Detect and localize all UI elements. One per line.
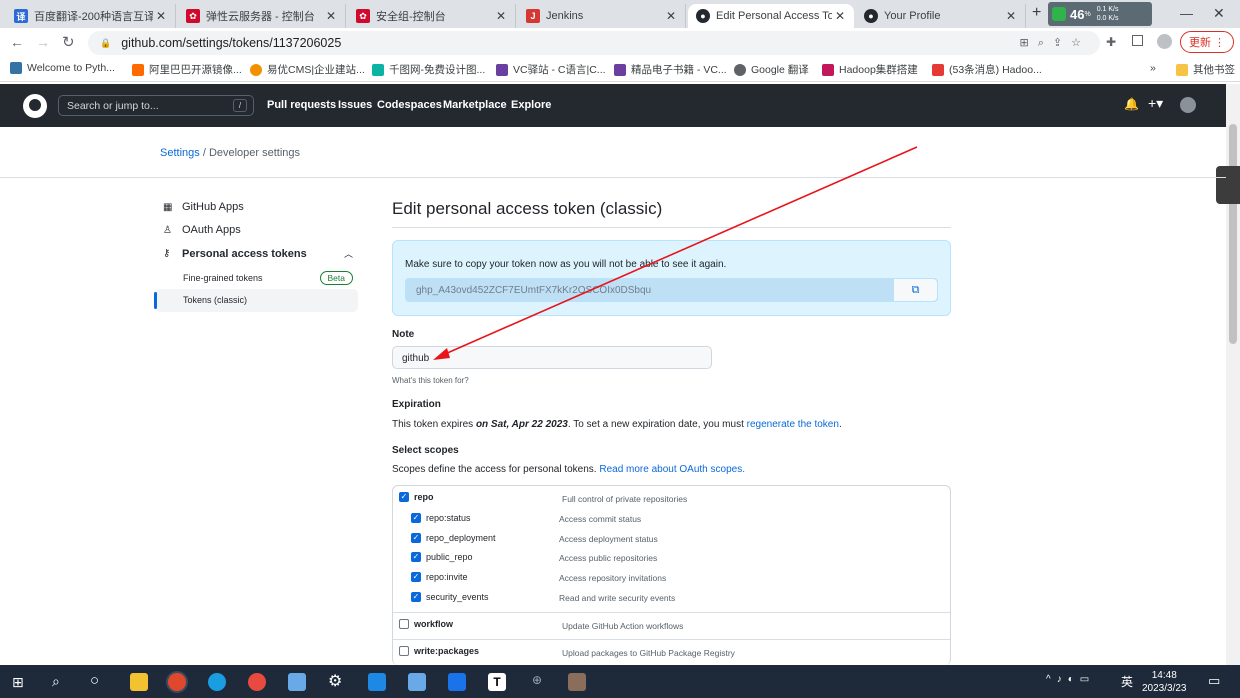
ime-indicator[interactable]: 英 bbox=[1121, 673, 1133, 690]
app-icon[interactable]: ⊕ bbox=[532, 673, 542, 687]
app-icon[interactable] bbox=[248, 673, 266, 691]
system-tray-icons[interactable]: ^♪◐▭ bbox=[1046, 674, 1095, 685]
annotation-arrow bbox=[433, 146, 918, 360]
gear-icon[interactable]: ⚙ bbox=[328, 671, 342, 691]
clock-time: 14:48 bbox=[1151, 670, 1177, 681]
app-icon[interactable] bbox=[408, 673, 426, 691]
edge-icon[interactable] bbox=[208, 673, 226, 691]
clock-date: 2023/3/23 bbox=[1142, 683, 1187, 694]
app-icon[interactable] bbox=[288, 673, 306, 691]
chrome-icon[interactable] bbox=[168, 673, 186, 691]
windows-taskbar: ⊞ ⌕ ○ ⚙ T ⊕ ^♪◐▭ 英 14:48 2023/3/23 ▭ bbox=[0, 665, 1240, 698]
file-explorer-icon[interactable] bbox=[130, 673, 148, 691]
app-icon[interactable] bbox=[368, 673, 386, 691]
search-icon[interactable]: ⌕ bbox=[52, 673, 60, 690]
windows-start-icon[interactable]: ⊞ bbox=[12, 674, 24, 691]
typora-icon[interactable]: T bbox=[488, 673, 506, 691]
notification-icon[interactable]: ▭ bbox=[1208, 673, 1220, 689]
clock[interactable]: 14:48 2023/3/23 bbox=[1142, 669, 1187, 695]
app-icon[interactable] bbox=[448, 673, 466, 691]
task-view-icon[interactable]: ○ bbox=[90, 672, 99, 689]
app-icon[interactable] bbox=[568, 673, 586, 691]
